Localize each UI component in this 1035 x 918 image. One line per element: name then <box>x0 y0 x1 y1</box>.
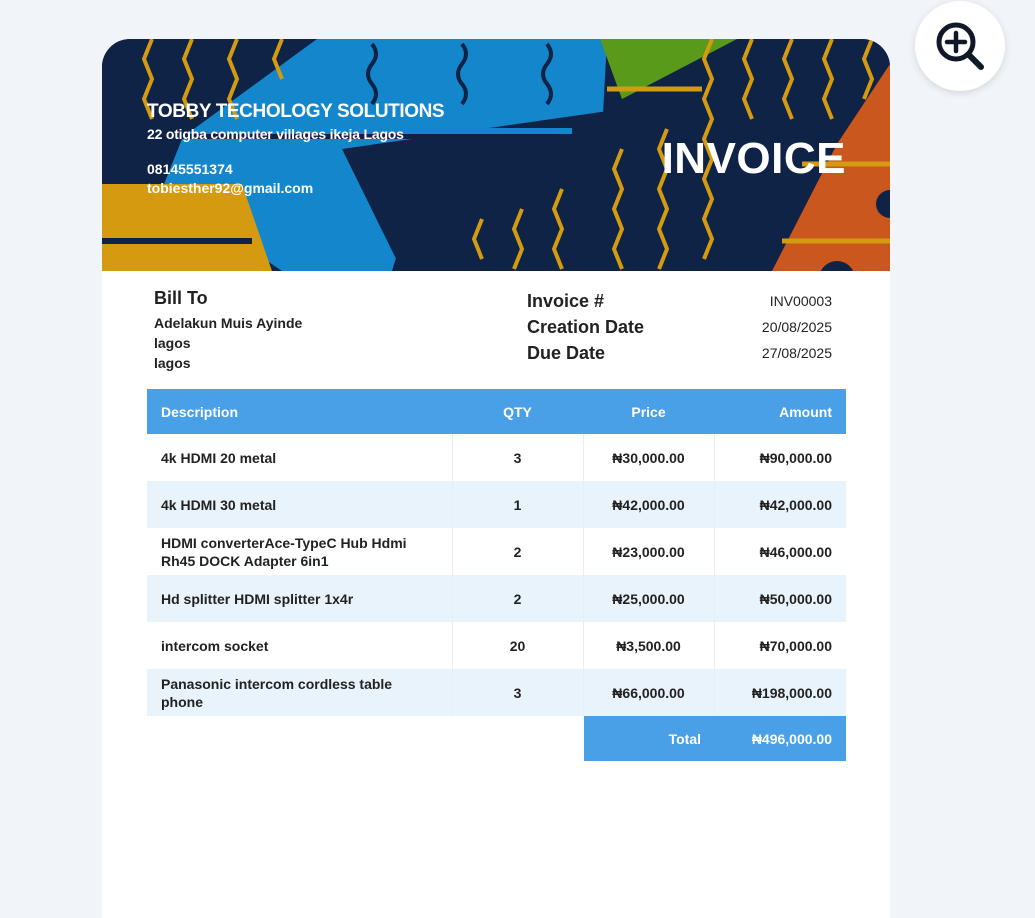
invoice-title: INVOICE <box>661 134 846 183</box>
row-price: ₦23,000.00 <box>583 528 715 575</box>
invoice-meta: Invoice # INV00003 Creation Date 20/08/2… <box>527 288 832 366</box>
company-info: TOBBY TECHOLOGY SOLUTIONS 22 otigba comp… <box>147 101 445 196</box>
header-qty: QTY <box>452 389 583 434</box>
table-row: 4k HDMI 30 metal 1 ₦42,000.00 ₦42,000.00 <box>147 481 846 528</box>
row-qty: 3 <box>452 669 584 716</box>
zoom-in-icon <box>936 22 984 70</box>
header-amount: Amount <box>714 389 846 434</box>
bill-to-section: Bill To Adelakun Muis Ayinde lagos lagos <box>154 288 302 373</box>
row-price: ₦66,000.00 <box>583 669 715 716</box>
row-amount: ₦70,000.00 <box>759 637 832 654</box>
total-box: Total ₦496,000.00 <box>584 716 846 761</box>
invoice-paper: TOBBY TECHOLOGY SOLUTIONS 22 otigba comp… <box>102 39 890 918</box>
company-email: tobiesther92@gmail.com <box>147 180 314 196</box>
items-table: Description QTY Price Amount 4k HDMI 20 … <box>147 389 846 716</box>
row-qty: 2 <box>452 575 584 622</box>
meta-row-creation-date: Creation Date 20/08/2025 <box>527 314 832 340</box>
row-description: Hd splitter HDMI splitter 1x4r <box>161 590 354 607</box>
row-amount: ₦46,000.00 <box>759 543 832 560</box>
row-description: intercom socket <box>161 637 269 654</box>
row-price: ₦42,000.00 <box>583 481 715 528</box>
row-price: ₦25,000.00 <box>583 575 715 622</box>
row-amount: ₦42,000.00 <box>714 481 846 528</box>
company-address: 22 otigba computer villages ikeja Lagos <box>147 126 404 142</box>
meta-row-due-date: Due Date 27/08/2025 <box>527 340 832 366</box>
zoom-in-button[interactable] <box>915 1 1005 91</box>
row-description: HDMI converterAce-TypeC Hub Hdmi Rh45 DO… <box>161 534 407 569</box>
table-row: 4k HDMI 20 metal 3 ₦30,000.00 ₦90,000.00 <box>147 434 846 481</box>
meta-value: 27/08/2025 <box>761 345 832 361</box>
row-amount: ₦90,000.00 <box>759 449 832 466</box>
row-amount: ₦198,000.00 <box>714 669 846 716</box>
row-description: Panasonic intercom cordless table phone <box>161 675 393 710</box>
row-description: 4k HDMI 20 metal <box>161 449 277 466</box>
table-row: Panasonic intercom cordless table phone … <box>147 669 846 716</box>
bill-to-line2: lagos <box>154 355 191 371</box>
table-row: Hd splitter HDMI splitter 1x4r 2 ₦25,000… <box>147 575 846 622</box>
meta-value: 20/08/2025 <box>761 319 832 335</box>
bill-to-line1: lagos <box>154 335 191 351</box>
header-price: Price <box>583 389 714 434</box>
meta-value: INV00003 <box>769 293 832 309</box>
total-value: ₦496,000.00 <box>751 730 832 747</box>
table-header-row: Description QTY Price Amount <box>147 389 846 434</box>
row-amount: ₦50,000.00 <box>714 575 846 622</box>
header-description: Description <box>147 389 452 434</box>
row-description: 4k HDMI 30 metal <box>161 496 277 513</box>
total-label: Total <box>668 730 701 747</box>
meta-row-invoice-number: Invoice # INV00003 <box>527 288 832 314</box>
meta-label: Invoice # <box>527 290 605 311</box>
table-row: intercom socket 20 ₦3,500.00 ₦70,000.00 <box>147 622 846 669</box>
company-name: TOBBY TECHOLOGY SOLUTIONS <box>147 101 445 122</box>
row-qty: 20 <box>452 622 584 669</box>
row-price: ₦3,500.00 <box>583 622 715 669</box>
company-phone: 08145551374 <box>147 161 233 177</box>
bill-to-name: Adelakun Muis Ayinde <box>154 315 303 331</box>
invoice-banner: TOBBY TECHOLOGY SOLUTIONS 22 otigba comp… <box>102 39 890 271</box>
table-row: HDMI converterAce-TypeC Hub Hdmi Rh45 DO… <box>147 528 846 575</box>
row-qty: 1 <box>452 481 584 528</box>
row-price: ₦30,000.00 <box>583 434 715 481</box>
bill-to-heading: Bill To <box>154 288 208 308</box>
row-qty: 2 <box>452 528 584 575</box>
meta-label: Due Date <box>527 342 606 363</box>
meta-label: Creation Date <box>527 316 645 337</box>
row-qty: 3 <box>452 434 584 481</box>
